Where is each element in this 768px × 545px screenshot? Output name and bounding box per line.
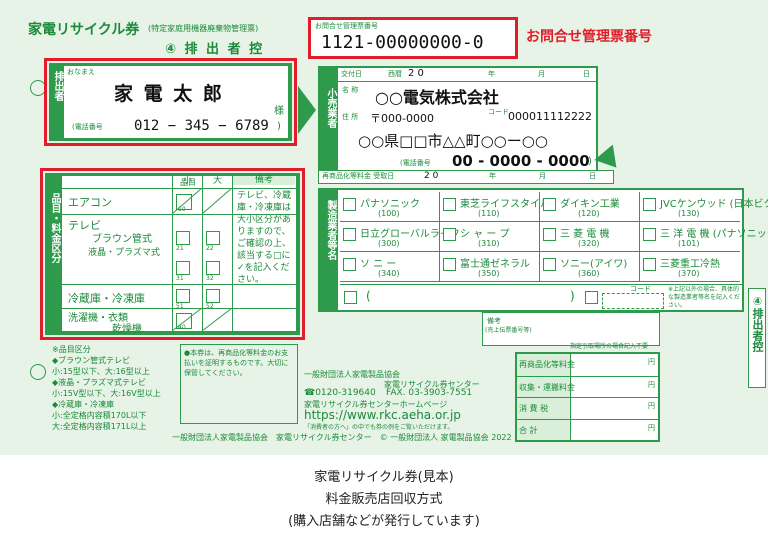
inquiry-label: お問合せ管理票番号 [315, 22, 378, 30]
manufacturer-section: 製造業者等名 パナソニック (100) 東芝ライフスタイル (110) ダイキン工業 (1… [318, 188, 768, 312]
checkbox[interactable] [543, 228, 556, 241]
discharger-phone: 012 − 345 − 6789 [134, 118, 269, 134]
col-large: 大 [213, 176, 223, 186]
manufacturer-option[interactable]: シ ャ ー プ (310) [440, 222, 540, 252]
fee-row: 再商品化等料金円 [517, 354, 658, 376]
fee-table: 再商品化等料金円収集・運搬料金円消 費 税円合 計円 [515, 352, 660, 442]
checkbox[interactable] [344, 291, 357, 304]
retailer-code: 000011112222 [508, 110, 592, 123]
fee-date-row: 再商品化等料金 受取日 2 0 年 月 日 [318, 170, 614, 184]
memo-box[interactable]: 備考 (売上伝票番号等) [482, 312, 660, 346]
inquiry-callout: お問合せ管理票番号 [526, 29, 652, 45]
inquiry-number-box: お問合せ管理票番号 1121-00000000-0 [308, 17, 518, 59]
copy-tab: ④排出者控 [748, 288, 766, 388]
footnote-line: 小:全定格内容積170L以下 [52, 411, 147, 420]
category-side-label: 品目・料金区分 [49, 193, 60, 263]
footnote-line: ※品目区分 [52, 345, 91, 354]
checkbox[interactable] [543, 198, 556, 211]
diagonal-strikes [172, 188, 232, 331]
retailer-phone: 00 - 0000 - 0000 [452, 152, 590, 170]
checkbox[interactable] [343, 228, 356, 241]
ticket-title-sub: (特定家庭用機器廃棄物管理票) [148, 24, 259, 33]
retailer-name: ○○電気株式会社 [375, 88, 499, 107]
discharger-side-label: 排出者 [52, 71, 63, 101]
retailer-postal: 〒000-0000 [370, 112, 434, 125]
inquiry-number: 1121-00000000-0 [321, 32, 484, 53]
footnote-line: 小:15型以下、大:16型以上 [52, 367, 150, 376]
issue-date-row: 交付日 西暦 2 0 年 月 日 [338, 68, 596, 82]
retailer-side-label: 小売業者 [320, 68, 338, 182]
footnote-line: ◆ブラウン管式テレビ [52, 356, 131, 365]
discharger-section: 排出者 おなまえ 家 電 太 郎 様 (電話番号 012 − 345 − 678… [44, 58, 297, 146]
footnote-line: ◆液晶・プラズマ式テレビ [52, 378, 146, 387]
manufacturer-option[interactable]: 富士通ゼネラル (350) [440, 252, 540, 282]
checkbox[interactable] [643, 198, 656, 211]
manufacturer-option[interactable]: 三 菱 電 機 (320) [540, 222, 640, 252]
footnote-line: 小:15V型以下、大:16V型以上 [52, 389, 161, 398]
note-header: 備考 [233, 176, 295, 185]
footer-line: 一般財団法人家電製品協会 家電リサイクル券センター © 一般財団法人 家電製品協… [172, 433, 512, 442]
center-info: 一般財団法人家電製品協会 家電リサイクル券センター ☎0120-319640 F… [304, 370, 480, 431]
caption-line-3: (購入店舗などが発行しています) [288, 514, 480, 529]
checkbox[interactable] [643, 258, 656, 271]
instructions-box: ●本券は、再商品化等料金のお支払いを証明するものです。大切に保管してください。 [180, 344, 298, 424]
manufacturer-option[interactable]: 三 洋 電 機 (パナソニック)(101) [640, 222, 768, 252]
honorific: 様 [274, 106, 284, 117]
manufacturer-option[interactable]: 日立グローバルライフ (300) [340, 222, 460, 252]
phone-label: (電話番号 [72, 123, 103, 131]
retailer-address: ○○県□□市△△町○○ー○○ [358, 132, 548, 150]
fee-row: 合 計円 [517, 418, 658, 440]
category-footnotes: ※品目区分 ◆ブラウン管式テレビ小:15型以下、大:16型以上 ◆液晶・プラズマ式テ… [52, 344, 172, 432]
checkbox[interactable] [343, 198, 356, 211]
footnote-line: ◆冷蔵庫・冷凍庫 [52, 400, 115, 409]
other-manufacturer-row[interactable]: ( ) コード ※上記以外の場合、具体的な製造業者等名を記入ください。 [340, 284, 742, 310]
manufacturer-option[interactable]: パナソニック (100) [340, 192, 440, 222]
col-small: 小 [183, 176, 193, 186]
footnote-line: 大:全定格内容積171L以上 [52, 422, 147, 431]
checkbox[interactable] [543, 258, 556, 271]
arrow-right-icon [298, 86, 316, 134]
checkbox[interactable] [643, 228, 656, 241]
discharger-name: 家 電 太 郎 [114, 83, 224, 105]
manufacturer-option[interactable]: ソニー(アイワ) (360) [540, 252, 640, 282]
caption-line-2: 料金販売店回収方式 [325, 492, 443, 507]
ticket-title: 家電リサイクル券 [28, 22, 140, 38]
manufacturer-grid: パナソニック (100) 東芝ライフスタイル (110) ダイキン工業 (120) JVCケ… [340, 192, 768, 284]
website-link[interactable]: https://www.rkc.aeha.or.jp [304, 408, 461, 422]
manufacturer-side-label: 製造業者等名 [320, 190, 338, 310]
manufacturer-option[interactable]: 三菱重工冷熱 (370) [640, 252, 740, 282]
code-input[interactable] [602, 293, 664, 309]
checkbox[interactable] [443, 258, 456, 271]
name-label: おなまえ [67, 68, 95, 76]
recycling-ticket: 家電リサイクル券 (特定家庭用機器廃棄物管理票) ④ 排 出 者 控 お問合せ管… [0, 0, 768, 455]
checkbox[interactable] [585, 291, 598, 304]
manufacturer-option[interactable]: ソ ニ ー (340) [340, 252, 440, 282]
checkbox[interactable] [443, 228, 456, 241]
manufacturer-option[interactable]: ダイキン工業 (120) [540, 192, 640, 222]
checkbox[interactable] [443, 198, 456, 211]
fee-row: 収集・運搬料金円 [517, 375, 658, 397]
caption-line-1: 家電リサイクル券(見本) [314, 470, 454, 485]
copy-label: ④ 排 出 者 控 [165, 42, 265, 57]
category-section: 品目・料金区分 備考 テレビ、冷蔵庫・冷凍庫は大小区分がありますので、ご確認の上… [40, 168, 305, 340]
fee-row: 消 費 税円 [517, 397, 658, 419]
manufacturer-option[interactable]: JVCケンウッド (日本ビクター)(130) [640, 192, 768, 222]
binding-hole-icon [30, 364, 46, 380]
checkbox[interactable] [343, 258, 356, 271]
retailer-section: 小売業者 交付日 西暦 2 0 年 月 日 名 称 ○○電気株式会社 住 所 〒… [318, 66, 598, 184]
manufacturer-option[interactable]: 東芝ライフスタイル (110) [440, 192, 550, 222]
